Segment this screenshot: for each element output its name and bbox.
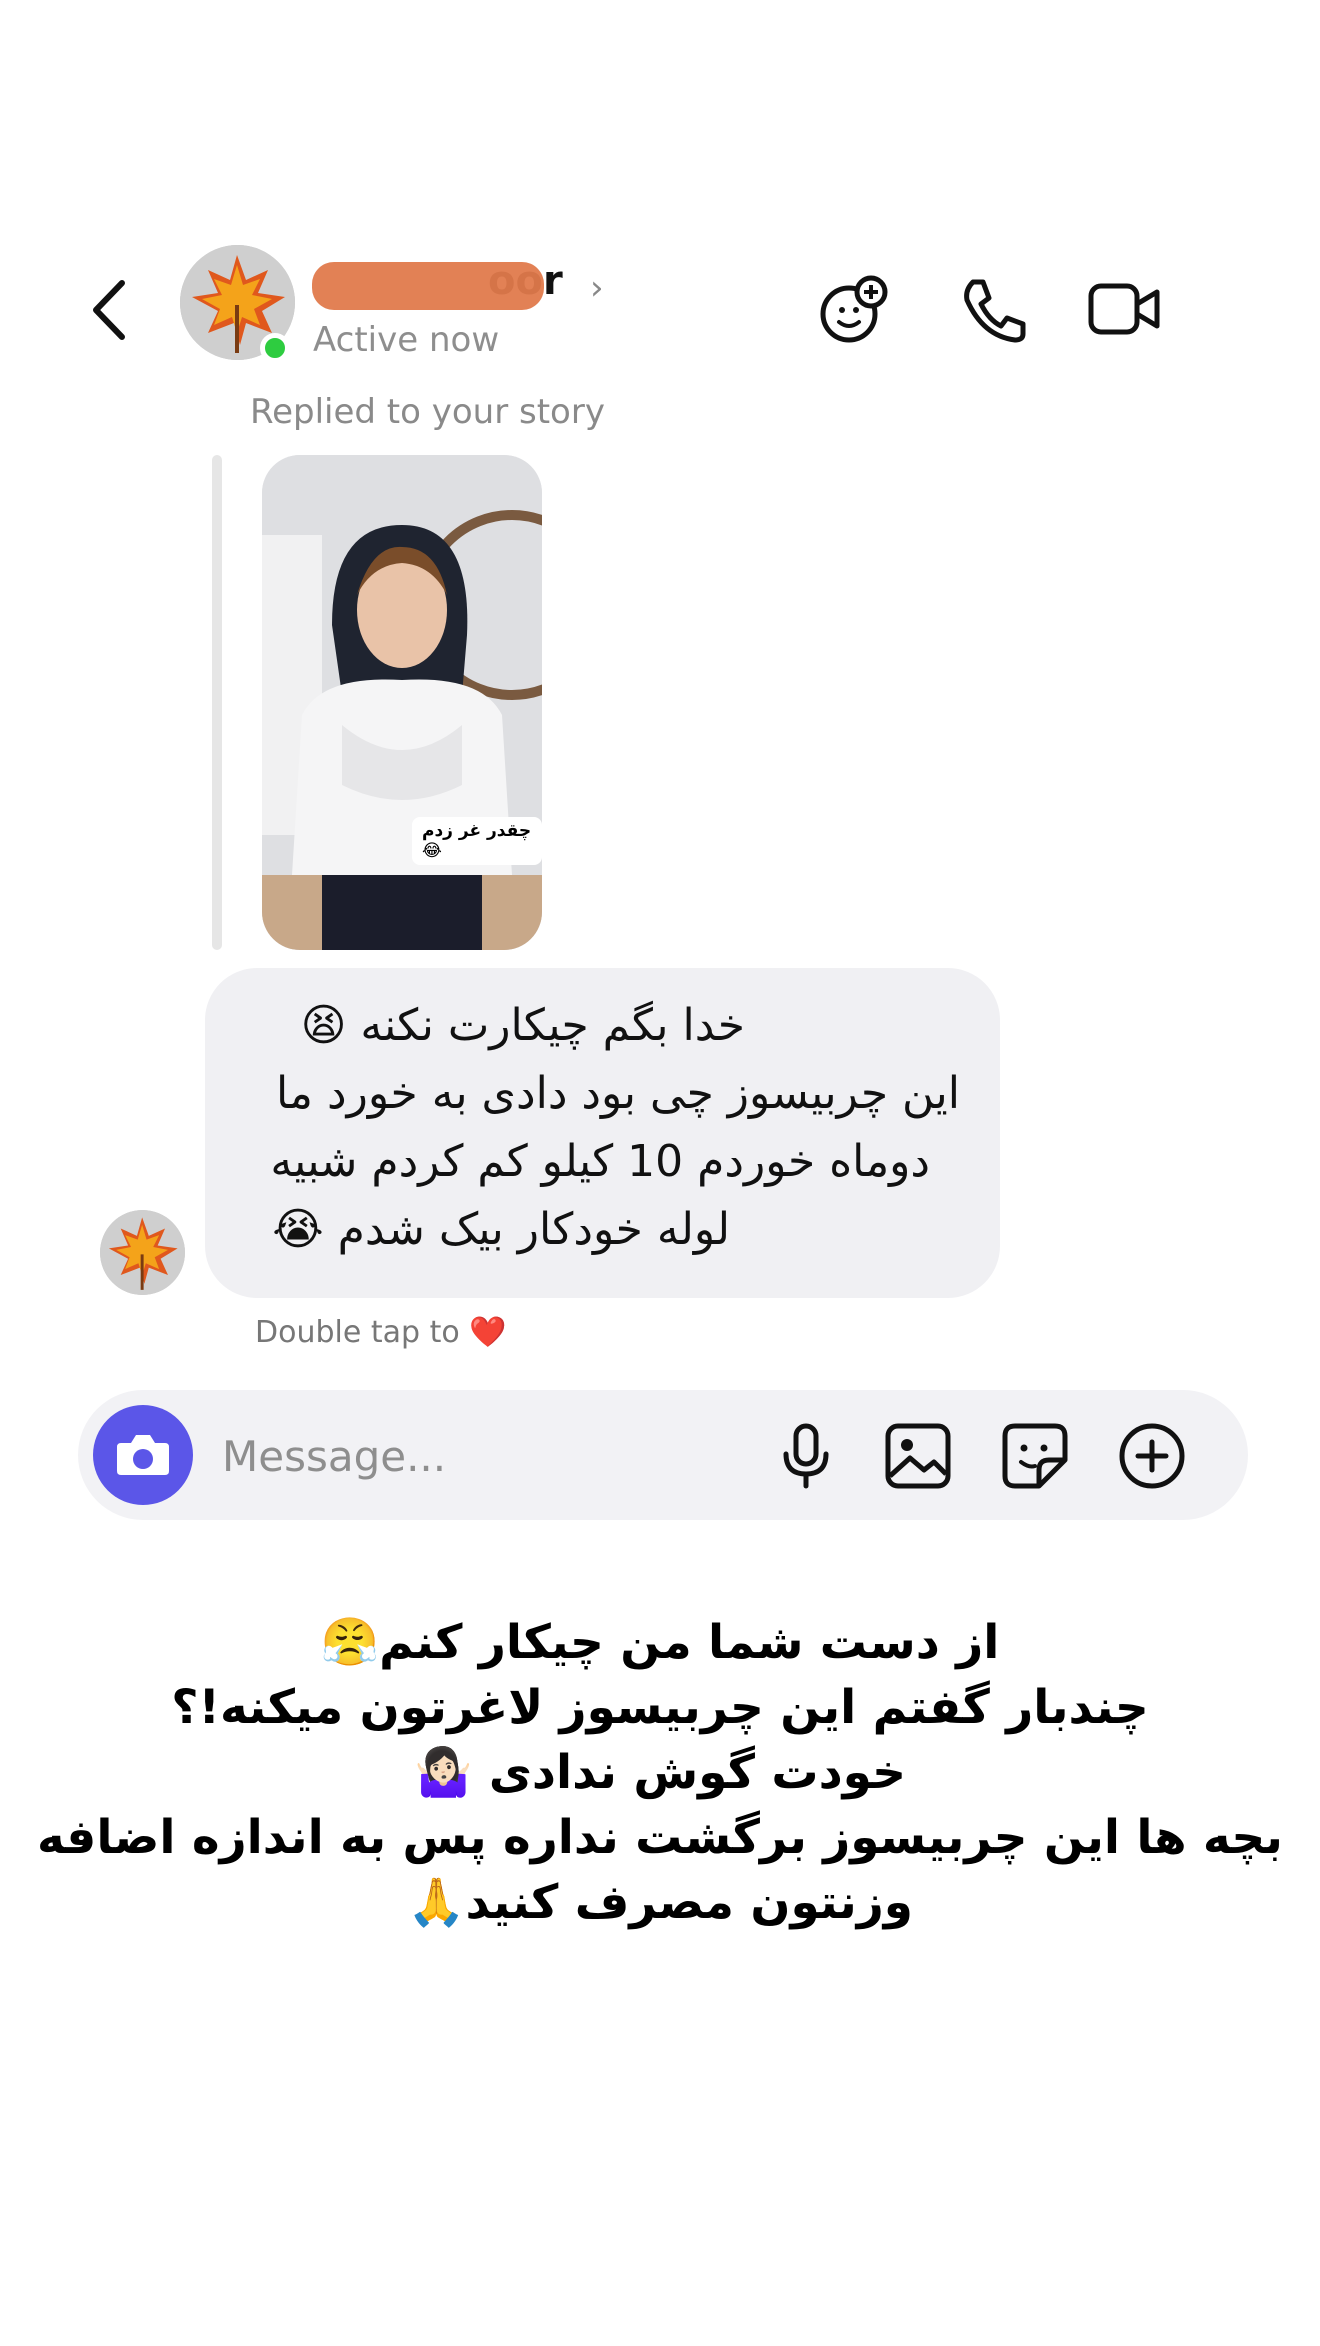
camera-icon [117, 1435, 169, 1475]
reply-indicator-bar [212, 455, 222, 950]
active-status: Active now [313, 320, 500, 360]
microphone-icon [783, 1423, 829, 1489]
maple-leaf-icon [100, 1210, 185, 1295]
sender-avatar[interactable] [100, 1210, 185, 1295]
caption-line: چندبار گفتم این چربیسوز لاغرتون میکنه!؟ [171, 1680, 1149, 1735]
gallery-icon [885, 1423, 951, 1489]
call-button[interactable] [953, 270, 1033, 350]
camera-button[interactable] [93, 1405, 193, 1505]
sticker-icon [1002, 1423, 1068, 1489]
message-line: این چربیسوز چی بود دادی به خورد ما [276, 1068, 960, 1119]
story-thumbnail[interactable]: چقدر غر زدم😂 [262, 455, 542, 950]
double-tap-text: Double tap to [255, 1315, 460, 1350]
chevron-left-icon [93, 280, 125, 340]
message-input[interactable] [220, 1422, 724, 1490]
back-button[interactable] [82, 275, 142, 345]
story-photo [262, 455, 542, 950]
gallery-button[interactable] [880, 1418, 956, 1494]
caption-line: خودت گوش ندادی 🤷🏻‍♀️ [413, 1745, 907, 1800]
sticker-button[interactable] [997, 1418, 1073, 1494]
phone-icon [964, 279, 1026, 343]
voice-message-button[interactable] [768, 1418, 844, 1494]
effects-icon [820, 275, 888, 343]
story-sticker-text: چقدر غر زدم😂 [412, 817, 542, 865]
message-line: لوله خودکار بیک شدم 😭 [272, 1204, 730, 1255]
message-line: دوماه خوردم 10 کیلو کم کردم شبیه [270, 1136, 930, 1187]
chevron-right-icon[interactable]: › [590, 268, 604, 308]
name-redaction [312, 262, 544, 310]
caption-line: از دست شما من چیکار کنم😤 [320, 1615, 1000, 1670]
message-bubble[interactable]: خدا بگم چیکارت نکنه 😫 این چربیسوز چی بود… [205, 968, 1000, 1298]
video-camera-icon [1088, 283, 1160, 335]
message-line: خدا بگم چیکارت نکنه 😫 [300, 1000, 745, 1051]
caption-line: بچه ها این چربیسوز برگشت نداره پس به اند… [37, 1810, 1283, 1865]
video-call-button[interactable] [1085, 270, 1165, 350]
replied-to-story-label: Replied to your story [250, 392, 605, 432]
add-icon [1119, 1423, 1185, 1489]
more-button[interactable] [1114, 1418, 1190, 1494]
online-indicator [260, 333, 290, 363]
caption-line: وزنتون مصرف کنید🙏 [406, 1875, 914, 1930]
double-tap-hint: Double tap to ❤️ [255, 1315, 507, 1350]
heart-icon: ❤️ [469, 1315, 507, 1350]
effects-button[interactable] [815, 270, 895, 350]
